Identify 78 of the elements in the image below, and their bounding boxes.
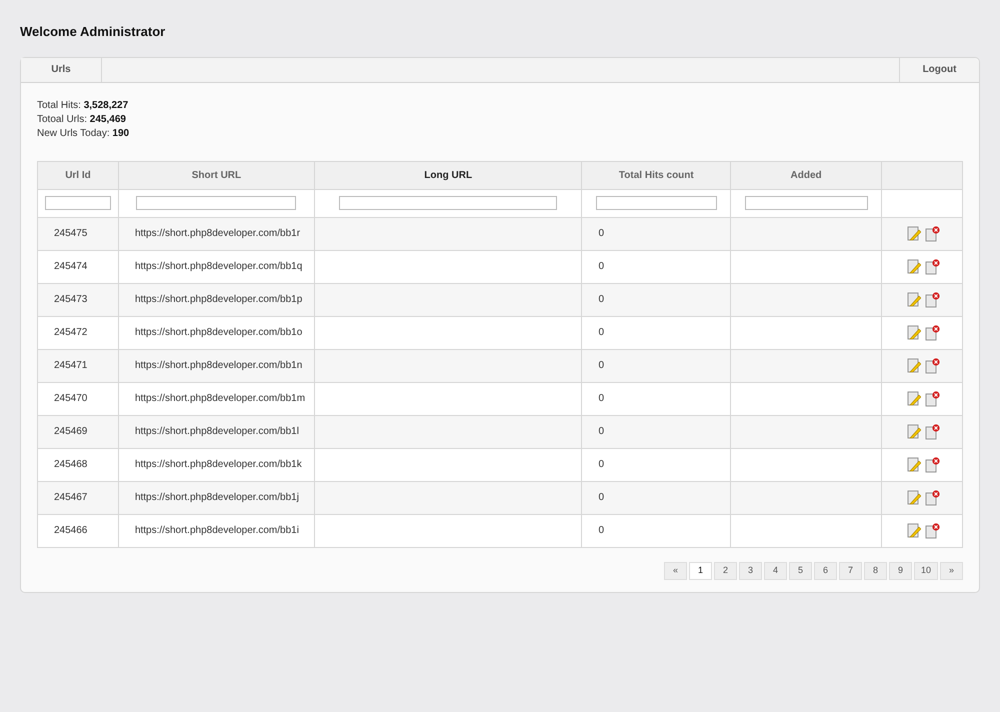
table-cell: https://short.php8developer.com/bb1i (134, 525, 299, 536)
edit-icon[interactable] (907, 258, 921, 274)
column-header: Url Id (38, 161, 118, 189)
table-cell: 0 (598, 459, 604, 470)
filter-field[interactable] (338, 196, 558, 210)
table-cell: 0 (598, 228, 604, 239)
table-cell: https://short.php8developer.com/bb1j (134, 492, 299, 503)
table-cell: https://short.php8developer.com/bb1o (134, 327, 302, 338)
table-cell: 0 (598, 360, 604, 371)
edit-icon[interactable] (907, 292, 921, 306)
edit-icon[interactable] (907, 522, 921, 538)
page-button[interactable]: 4 (764, 562, 787, 580)
delete-icon[interactable] (925, 424, 940, 440)
logout-link[interactable]: Logout (899, 58, 979, 82)
next-page-button[interactable]: » (940, 562, 963, 580)
edit-icon[interactable] (907, 456, 921, 472)
table-cell: 0 (598, 492, 604, 503)
table-cell: https://short.php8developer.com/bb1m (134, 393, 306, 404)
filter-field[interactable] (136, 196, 296, 210)
table-cell: https://short.php8developer.com/bb1k (134, 459, 302, 470)
page-button[interactable]: 6 (814, 562, 837, 580)
table-cell: 245471 (54, 360, 88, 371)
page-button[interactable]: 2 (714, 562, 737, 580)
table-cell: 245475 (54, 228, 88, 239)
table-cell: 245466 (54, 525, 88, 536)
table-cell: 245474 (54, 261, 88, 272)
prev-page-button[interactable]: « (664, 562, 687, 580)
page-button[interactable]: 1 (688, 562, 712, 580)
edit-icon[interactable] (907, 490, 921, 504)
table-cell: https://short.php8developer.com/bb1p (134, 294, 302, 305)
delete-icon[interactable] (925, 490, 940, 506)
table-cell: 0 (598, 426, 604, 437)
delete-icon[interactable] (925, 324, 940, 340)
delete-icon[interactable] (925, 522, 940, 538)
edit-icon[interactable] (907, 390, 921, 406)
stat-line: Totoal Urls: 245,469 (37, 112, 127, 126)
nav-tab[interactable]: Urls (21, 58, 102, 82)
table-cell: 245468 (54, 459, 88, 470)
table-cell: 0 (598, 294, 604, 305)
page-button[interactable]: 10 (914, 562, 938, 580)
delete-icon[interactable] (925, 226, 940, 242)
table-cell: https://short.php8developer.com/bb1r (134, 228, 300, 239)
page-button[interactable]: 8 (864, 562, 887, 580)
column-header: Added (730, 161, 882, 189)
edit-icon[interactable] (907, 226, 921, 240)
table-cell: 0 (598, 525, 604, 536)
table-cell: https://short.php8developer.com/bb1n (134, 360, 302, 371)
column-header: Total Hits count (582, 161, 731, 189)
table-cell: 245467 (54, 492, 88, 503)
table-cell: 0 (598, 327, 604, 338)
delete-icon[interactable] (925, 390, 940, 406)
column-header: Short URL (118, 161, 314, 189)
table-cell: 245470 (54, 393, 88, 404)
page-button[interactable]: 9 (888, 562, 912, 580)
table-cell: 245472 (54, 327, 88, 338)
edit-icon[interactable] (907, 324, 921, 340)
column-header: Long URL (314, 161, 582, 189)
table-cell: 245469 (54, 426, 88, 437)
filter-field[interactable] (45, 196, 111, 210)
delete-icon[interactable] (925, 456, 940, 472)
page-button[interactable]: 5 (788, 562, 812, 580)
page-button[interactable]: 3 (738, 562, 762, 580)
delete-icon[interactable] (925, 258, 940, 274)
delete-icon[interactable] (925, 292, 940, 308)
edit-icon[interactable] (907, 424, 921, 438)
table-cell: https://short.php8developer.com/bb1l (134, 426, 299, 437)
edit-icon[interactable] (907, 358, 921, 372)
table-cell: 0 (598, 393, 604, 404)
page-button[interactable]: 7 (838, 562, 862, 580)
table-cell: 0 (598, 261, 604, 272)
table-cell: 245473 (54, 294, 88, 305)
delete-icon[interactable] (925, 358, 940, 374)
filter-field[interactable] (744, 196, 868, 210)
page-title: Welcome Administrator (20, 23, 166, 41)
table-cell: https://short.php8developer.com/bb1q (134, 261, 302, 272)
stat-line: New Urls Today: 190 (37, 126, 130, 140)
stat-line: Total Hits: 3,528,227 (37, 98, 130, 112)
filter-field[interactable] (596, 196, 717, 210)
